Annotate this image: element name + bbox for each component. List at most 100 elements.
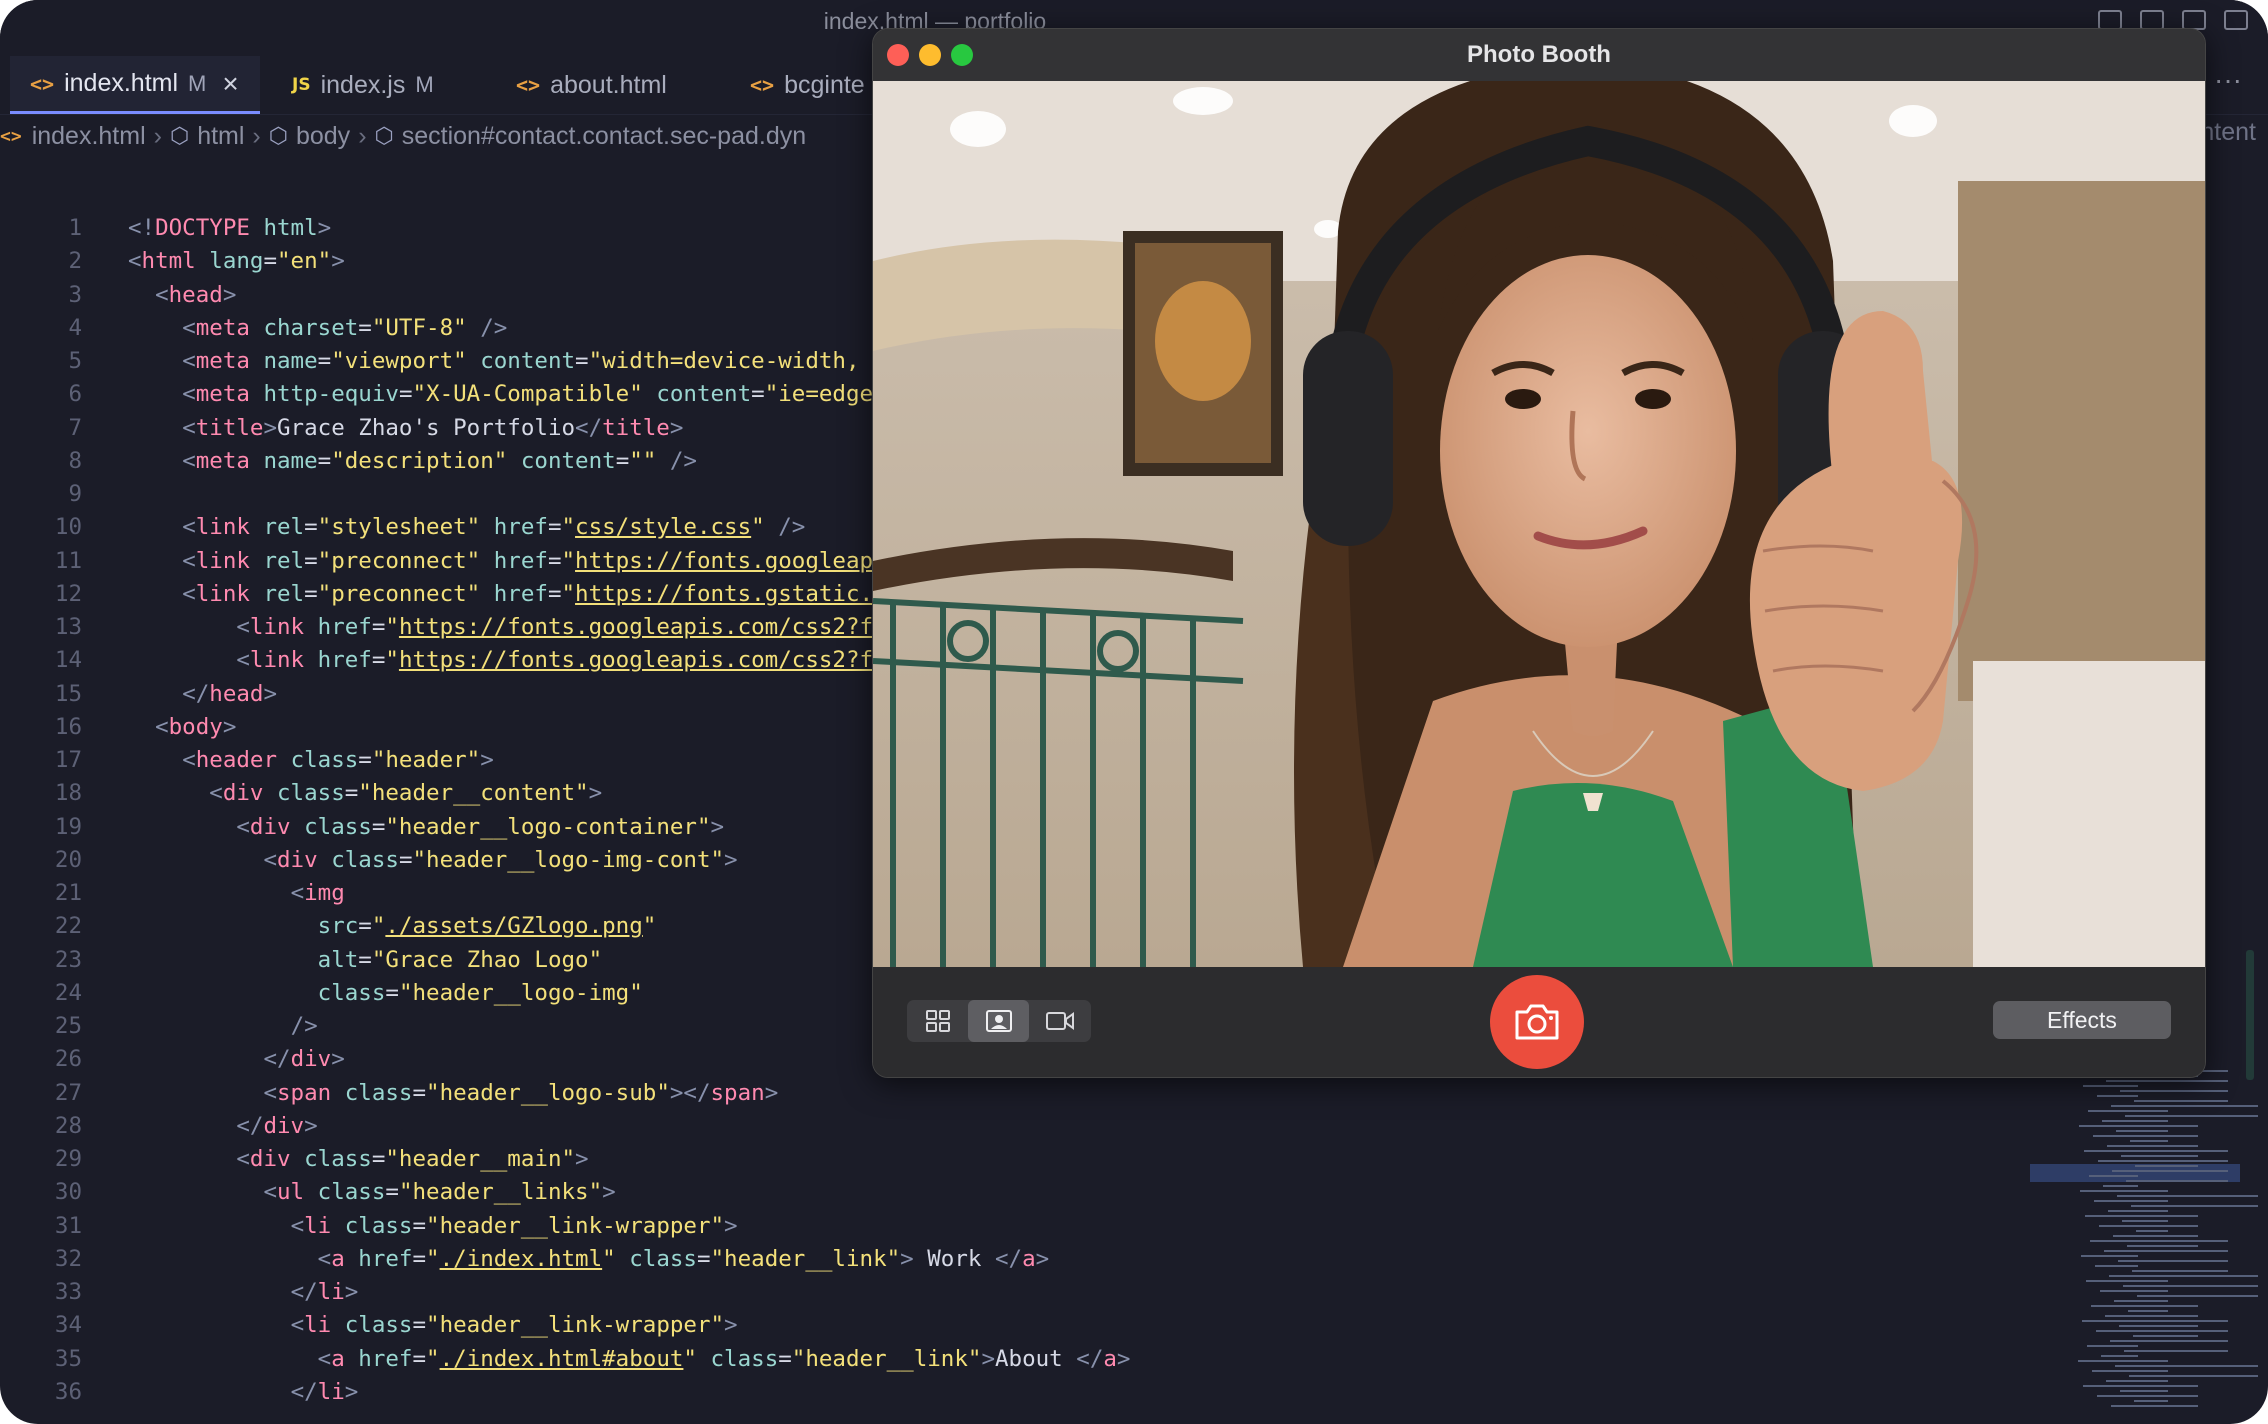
code-token: =	[344, 780, 359, 807]
code-token: content	[480, 348, 576, 374]
minimap-line	[2094, 1200, 2168, 1202]
code-token: lang	[209, 248, 264, 275]
code-line[interactable]: 33 </li>	[0, 1276, 2030, 1309]
code-text: <meta name="viewport" content="width=dev…	[128, 345, 886, 378]
minimap-line	[2121, 1155, 2198, 1157]
code-token: >	[602, 1179, 616, 1206]
code-text: <html lang="en">	[128, 245, 345, 278]
code-token: "	[561, 580, 576, 607]
code-line[interactable]: 27 <span class="header__logo-sub"></span…	[0, 1077, 2030, 1110]
line-number: 11	[54, 547, 82, 574]
photo-booth-titlebar: Photo Booth	[873, 29, 2205, 81]
customize-layout-icon[interactable]	[2224, 10, 2248, 30]
line-number: 35	[54, 1345, 82, 1372]
single-photo-button[interactable]	[968, 1000, 1029, 1042]
minimize-window-button[interactable]	[919, 44, 941, 66]
code-line[interactable]: 32 <a href="./index.html" class="header_…	[0, 1243, 2030, 1276]
breadcrumb-item[interactable]: body	[296, 122, 350, 151]
code-line[interactable]: 28 </div>	[0, 1110, 2030, 1143]
minimap-line	[2080, 1190, 2168, 1192]
code-token: <	[209, 780, 223, 807]
code-token: src	[317, 913, 359, 940]
code-text: class="header__logo-img"	[128, 977, 643, 1010]
breadcrumb-item[interactable]: html	[197, 122, 244, 151]
line-number: 21	[54, 880, 82, 906]
code-line[interactable]: 36 </li>	[0, 1376, 2030, 1409]
code-line[interactable]: 29 <div class="header__main">	[0, 1143, 2030, 1176]
minimap-line	[2086, 1280, 2168, 1282]
take-photo-button[interactable]	[1490, 975, 1584, 1069]
code-token: name	[263, 447, 318, 474]
video-mode-button[interactable]	[1029, 1000, 1090, 1042]
code-text: <div class="header__logo-container">	[128, 811, 724, 844]
line-number: 29	[54, 1146, 82, 1172]
code-line[interactable]: 30 <ul class="header__links">	[0, 1176, 2030, 1209]
code-token: Work	[913, 1245, 995, 1272]
breadcrumb-item[interactable]: index.html	[32, 122, 146, 151]
toggle-sidebar-icon[interactable]	[2098, 10, 2122, 30]
line-number: 34	[54, 1312, 82, 1339]
code-text: <link rel="preconnect" href="https://fon…	[128, 578, 886, 611]
code-token: =	[398, 381, 413, 408]
toggle-secondary-sidebar-icon[interactable]	[2182, 10, 2206, 30]
minimap-line	[2112, 1170, 2228, 1172]
minimap-line	[2106, 1080, 2228, 1082]
code-text: <div class="header__logo-img-cont">	[128, 844, 737, 877]
grid-view-button[interactable]	[907, 1000, 968, 1042]
code-token: =	[304, 514, 318, 541]
tab-index-js[interactable]: JS index.js M	[272, 56, 482, 114]
minimap-line	[2122, 1220, 2168, 1222]
breadcrumb-item[interactable]: section#contact.contact.sec-pad.dyn	[402, 122, 806, 151]
code-token: content	[520, 447, 616, 474]
modified-badge: M	[188, 70, 207, 96]
code-token: charset	[263, 314, 359, 341]
vertical-scrollbar[interactable]	[2246, 950, 2254, 1080]
close-tab-icon[interactable]: ×	[222, 68, 238, 100]
code-text: <meta charset="UTF-8" />	[128, 312, 507, 345]
tab-index-html[interactable]: <> index.html M ×	[10, 56, 260, 114]
code-token: >	[981, 1345, 995, 1372]
code-line[interactable]: 34 <li class="header__link-wrapper">	[0, 1309, 2030, 1342]
code-token: >	[344, 1378, 359, 1405]
code-line[interactable]: 35 <a href="./index.html#about" class="h…	[0, 1343, 2030, 1376]
code-token: <	[182, 348, 196, 374]
code-token: "header__links"	[398, 1179, 603, 1206]
more-actions-icon[interactable]: ···	[2214, 64, 2242, 96]
code-token: </	[995, 1245, 1023, 1272]
minimap-line	[2083, 1085, 2138, 1087]
minimap-line	[2105, 1315, 2198, 1317]
minimap-line	[2098, 1160, 2228, 1162]
minimap[interactable]	[2068, 1060, 2268, 1424]
zoom-window-button[interactable]	[951, 44, 973, 66]
code-token: "header__link"	[791, 1345, 982, 1372]
minimap-line	[2095, 1265, 2138, 1267]
tab-about-html[interactable]: <> about.html	[496, 56, 726, 114]
code-token: >	[900, 1245, 914, 1272]
minimap-line	[2123, 1285, 2258, 1287]
effects-button[interactable]: Effects	[1993, 1001, 2171, 1039]
minimap-line	[2103, 1185, 2138, 1187]
code-token: "preconnect"	[317, 547, 481, 574]
code-token: "	[561, 514, 576, 541]
toggle-panel-icon[interactable]	[2140, 10, 2164, 30]
minimap-line	[2111, 1105, 2258, 1107]
line-number: 32	[54, 1245, 82, 1272]
close-window-button[interactable]	[887, 44, 909, 66]
code-token: <	[290, 1312, 305, 1339]
element-cube-icon: ⬡	[169, 123, 190, 148]
camera-icon	[1515, 1004, 1559, 1040]
code-token: <	[236, 647, 250, 674]
code-line[interactable]: 31 <li class="header__link-wrapper">	[0, 1210, 2030, 1243]
